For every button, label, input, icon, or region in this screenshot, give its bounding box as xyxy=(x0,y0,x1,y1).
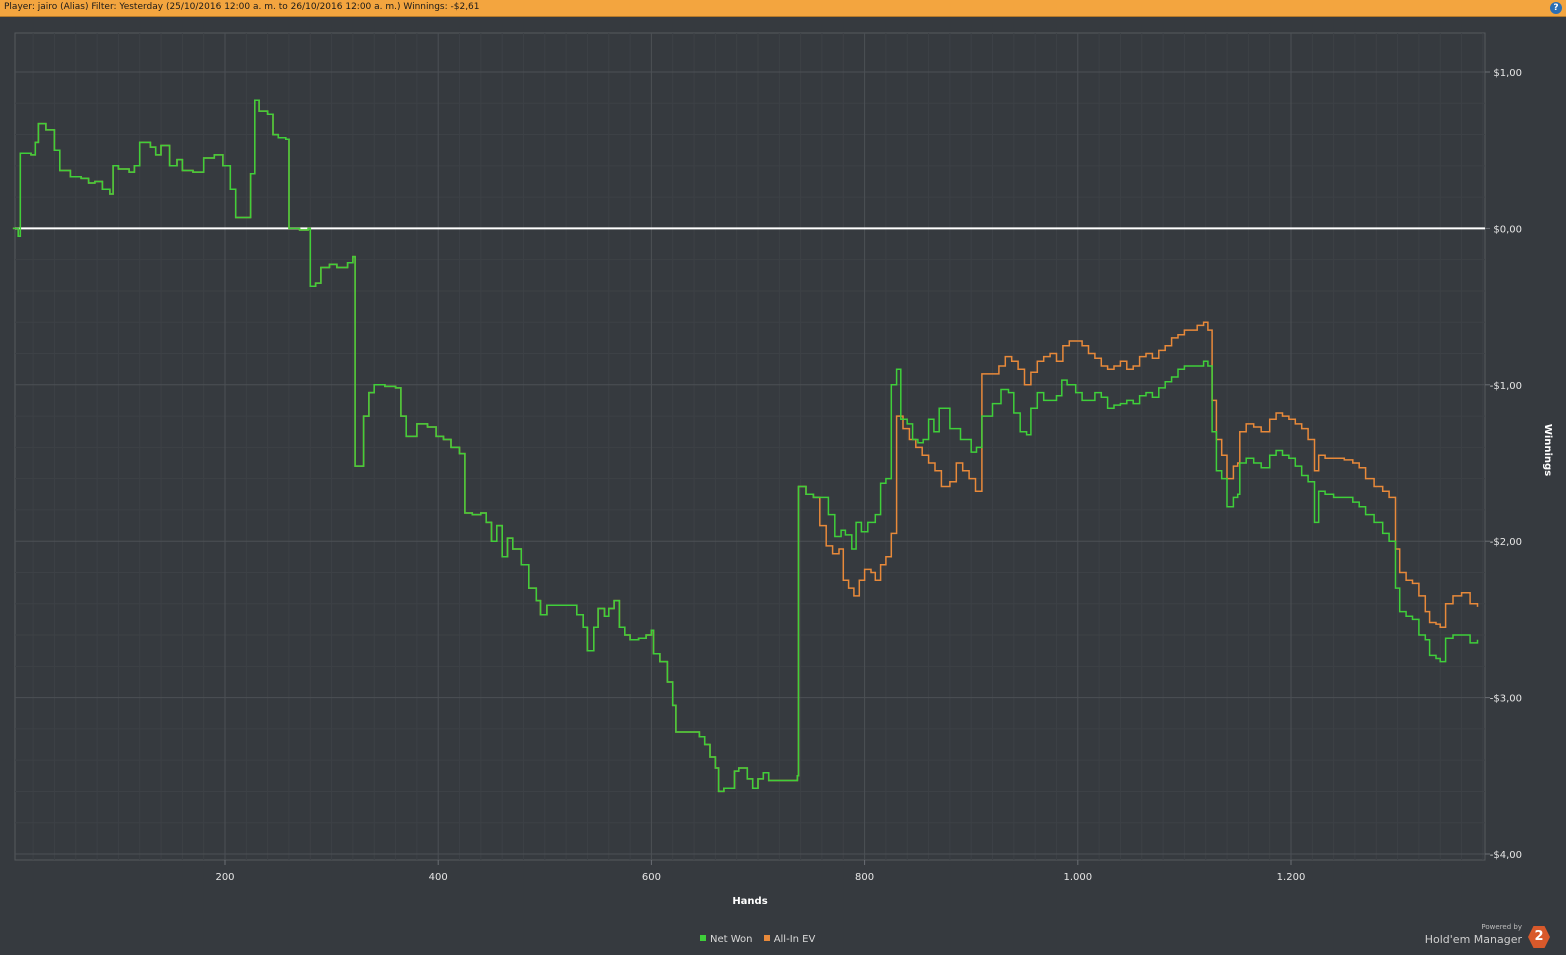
major-grid xyxy=(15,33,1490,865)
x-axis-title: Hands xyxy=(732,896,767,907)
legend-label-net-won: Net Won xyxy=(710,934,753,945)
legend: Net Won All-In EV xyxy=(700,934,823,945)
winnings-chart: 200 400 600 800 1.000 1.200 $1,00 $0,00 -$1,00 -… xyxy=(12,32,1553,907)
x-tick-label: 1.000 xyxy=(1063,872,1092,883)
legend-item-allin-ev[interactable]: All-In EV xyxy=(763,934,816,945)
x-tick-label: 400 xyxy=(429,872,448,883)
legend-label-allin-ev: All-In EV xyxy=(773,934,816,945)
x-tick-label: 600 xyxy=(642,872,661,883)
brand-logo-block: Powered by Hold'em Manager 2 xyxy=(1416,923,1556,951)
powered-by-text: Powered by xyxy=(1481,923,1522,931)
net-won-swatch xyxy=(700,935,706,941)
y-tick-label: $1,00 xyxy=(1493,68,1522,79)
y-tick-label: -$2,00 xyxy=(1490,537,1522,548)
plot-area xyxy=(14,32,1486,861)
y-axis-title: Winnings xyxy=(1542,424,1553,476)
all-in-ev-line xyxy=(12,99,1479,793)
help-icon[interactable]: ? xyxy=(1550,2,1562,14)
y-tick-label: -$1,00 xyxy=(1490,381,1522,392)
title-bar: Player: jairo (Alias) Filter: Yesterday … xyxy=(0,0,1566,17)
legend-item-net-won[interactable]: Net Won xyxy=(700,934,753,945)
minor-grid xyxy=(15,33,1485,860)
x-tick-labels: 200 400 600 800 1.000 1.200 xyxy=(215,872,1305,883)
x-tick-label: 1.200 xyxy=(1277,872,1306,883)
brand-name: Hold'em Manager xyxy=(1424,933,1522,946)
y-tick-labels: $1,00 $0,00 -$1,00 -$2,00 -$3,00 -$4,00 xyxy=(1490,68,1522,861)
net-won-line xyxy=(12,99,1479,793)
y-tick-label: $0,00 xyxy=(1493,224,1522,235)
allin-ev-swatch xyxy=(763,935,770,941)
x-tick-label: 200 xyxy=(215,872,234,883)
hem2-logo-icon: 2 xyxy=(1528,926,1550,948)
x-tick-label: 800 xyxy=(855,872,874,883)
y-tick-label: -$3,00 xyxy=(1490,694,1522,705)
title-bar-text: Player: jairo (Alias) Filter: Yesterday … xyxy=(4,2,480,12)
y-tick-label: -$4,00 xyxy=(1490,850,1522,861)
